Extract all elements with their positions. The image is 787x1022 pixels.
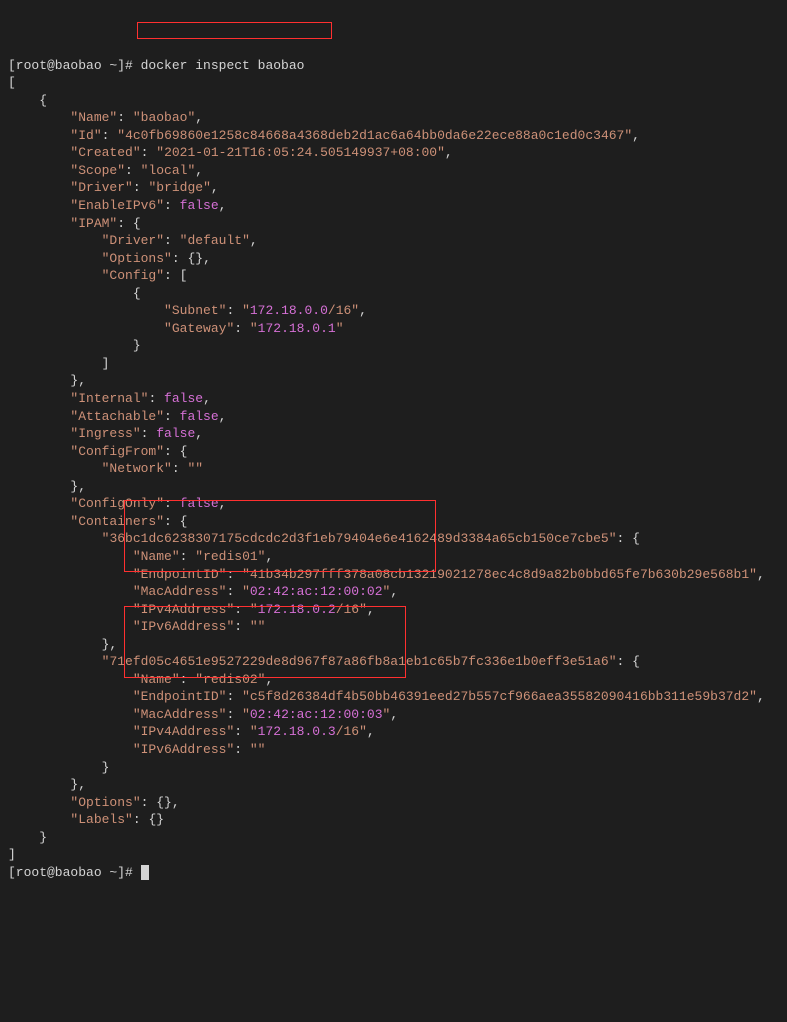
key-name: "Name" xyxy=(70,110,117,125)
cursor-icon xyxy=(141,865,149,880)
key-ipam-driver: "Driver" xyxy=(102,233,164,248)
val-id: 4c0fb69860e1258c84668a4368deb2d1ac6a64bb… xyxy=(125,128,624,143)
key-internal: "Internal" xyxy=(70,391,148,406)
val-subnet-suffix: /16 xyxy=(328,303,351,318)
val-c2-endpoint: c5f8d26384df4b50bb46391eed27b557cf966aea… xyxy=(250,689,749,704)
key-gateway: "Gateway" xyxy=(164,321,234,336)
val-c2-mac: 02:42:ac:12:00:03 xyxy=(250,707,383,722)
val-c2-ipv4-suffix: /16 xyxy=(336,724,359,739)
key-c1-mac: "MacAddress" xyxy=(133,584,227,599)
shell-prompt: [root@baobao ~]# xyxy=(8,58,141,73)
key-labels: "Labels" xyxy=(70,812,132,827)
key-ipam-config: "Config" xyxy=(102,268,164,283)
key-driver: "Driver" xyxy=(70,180,132,195)
key-c1-endpoint: "EndpointID" xyxy=(133,567,227,582)
val-c1-ipv4-suffix: /16 xyxy=(336,602,359,617)
val-scope: local xyxy=(148,163,187,178)
highlight-box-command xyxy=(137,22,332,39)
val-configonly: false xyxy=(180,496,219,511)
key-ipam: "IPAM" xyxy=(70,216,117,231)
val-ingress: false xyxy=(156,426,195,441)
container2-hash: 71efd05c4651e9527229de8d967f87a86fb8a1eb… xyxy=(109,654,608,669)
val-c1-endpoint: 41b34b297fff378a08cb13219021278ec4c8d9a8… xyxy=(250,567,749,582)
key-subnet: "Subnet" xyxy=(164,303,226,318)
key-configonly: "ConfigOnly" xyxy=(70,496,164,511)
key-options: "Options" xyxy=(70,795,140,810)
key-c2-name: "Name" xyxy=(133,672,180,687)
key-c2-ipv6: "IPv6Address" xyxy=(133,742,234,757)
val-c1-ipv4: 172.18.0.2 xyxy=(258,602,336,617)
val-internal: false xyxy=(164,391,203,406)
key-ingress: "Ingress" xyxy=(70,426,140,441)
val-name: baobao xyxy=(141,110,188,125)
command-text: docker inspect baobao xyxy=(141,58,305,73)
val-ipam-options: {} xyxy=(187,251,203,266)
terminal-output: { "prompt": "[root@baobao ~]# ", "comman… xyxy=(8,22,779,952)
key-c1-ipv4: "IPv4Address" xyxy=(133,602,234,617)
key-enableipv6: "EnableIPv6" xyxy=(70,198,164,213)
key-c2-mac: "MacAddress" xyxy=(133,707,227,722)
key-containers: "Containers" xyxy=(70,514,164,529)
val-c1-mac: 02:42:ac:12:00:02 xyxy=(250,584,383,599)
key-scope: "Scope" xyxy=(70,163,125,178)
key-c2-ipv4: "IPv4Address" xyxy=(133,724,234,739)
key-network: "Network" xyxy=(102,461,172,476)
key-id: "Id" xyxy=(70,128,101,143)
val-labels: {} xyxy=(148,812,164,827)
val-enableipv6: false xyxy=(180,198,219,213)
val-ipam-driver: default xyxy=(187,233,242,248)
val-subnet: 172.18.0.0 xyxy=(250,303,328,318)
key-c1-name: "Name" xyxy=(133,549,180,564)
key-ipam-options: "Options" xyxy=(102,251,172,266)
val-created: 2021-01-21T16:05:24.505149937+08:00 xyxy=(164,145,437,160)
val-c2-ipv4: 172.18.0.3 xyxy=(258,724,336,739)
shell-prompt-2[interactable]: [root@baobao ~]# xyxy=(8,865,141,880)
container1-hash: 36bc1dc6238307175cdcdc2d3f1eb79404e6e416… xyxy=(109,531,608,546)
val-driver: bridge xyxy=(156,180,203,195)
val-c2-name: redis02 xyxy=(203,672,258,687)
val-attachable: false xyxy=(180,409,219,424)
key-created: "Created" xyxy=(70,145,140,160)
key-configfrom: "ConfigFrom" xyxy=(70,444,164,459)
key-c2-endpoint: "EndpointID" xyxy=(133,689,227,704)
key-attachable: "Attachable" xyxy=(70,409,164,424)
val-options: {} xyxy=(156,795,172,810)
key-c1-ipv6: "IPv6Address" xyxy=(133,619,234,634)
val-gateway: 172.18.0.1 xyxy=(258,321,336,336)
val-c1-name: redis01 xyxy=(203,549,258,564)
